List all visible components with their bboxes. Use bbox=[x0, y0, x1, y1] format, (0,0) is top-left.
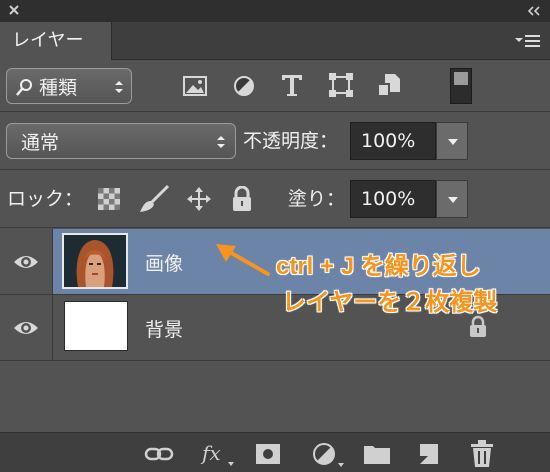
layer-thumbnail[interactable] bbox=[62, 233, 128, 289]
new-group-folder-icon[interactable] bbox=[364, 444, 390, 464]
panel-menu-icon[interactable] bbox=[514, 32, 542, 50]
chevron-updown-icon bbox=[113, 79, 125, 95]
blend-mode-dropdown[interactable]: 通常 bbox=[6, 123, 236, 159]
blend-mode-value: 通常 bbox=[21, 132, 60, 154]
fill-input[interactable]: 100% bbox=[350, 180, 436, 218]
chevron-down-icon bbox=[447, 196, 459, 204]
layer-name-image[interactable]: 画像 bbox=[145, 249, 183, 276]
visibility-eye-icon[interactable] bbox=[6, 229, 46, 295]
lock-position-move-icon[interactable] bbox=[186, 186, 212, 212]
layer-style-fx-icon[interactable]: fx bbox=[200, 440, 236, 468]
opacity-dropdown-button[interactable] bbox=[436, 122, 468, 160]
fill-dropdown-button[interactable] bbox=[436, 180, 468, 218]
smart-object-filter-icon[interactable] bbox=[376, 72, 402, 98]
type-filter-icon[interactable] bbox=[280, 72, 304, 98]
layer-divider bbox=[52, 295, 53, 360]
lock-label: ロック： bbox=[7, 188, 84, 210]
filter-toggle-icon[interactable] bbox=[450, 68, 472, 104]
lock-transparency-icon[interactable] bbox=[98, 188, 120, 210]
annotation-arrow bbox=[212, 240, 272, 280]
new-layer-icon[interactable] bbox=[418, 442, 440, 466]
lock-all-icon[interactable] bbox=[231, 186, 253, 212]
filter-kind-value: 種類 bbox=[39, 77, 78, 99]
chevron-updown-icon bbox=[215, 134, 227, 150]
search-icon bbox=[15, 78, 35, 98]
layer-divider bbox=[52, 229, 53, 294]
new-adjustment-layer-icon[interactable] bbox=[312, 442, 346, 468]
layer-name-background[interactable]: 背景 bbox=[145, 315, 183, 342]
lock-pixels-brush-icon[interactable] bbox=[138, 184, 170, 214]
annotation-line-1: ctrl + J を繰り返し bbox=[276, 253, 481, 280]
filter-kind-dropdown[interactable]: 種類 bbox=[6, 68, 132, 104]
fill-label: 塗り： bbox=[288, 188, 346, 210]
close-icon[interactable] bbox=[7, 3, 21, 17]
visibility-eye-icon[interactable] bbox=[6, 295, 46, 361]
svg-text:fx: fx bbox=[200, 441, 221, 465]
opacity-label: 不透明度： bbox=[243, 130, 339, 152]
opacity-input[interactable]: 100% bbox=[350, 122, 436, 160]
adjustment-filter-icon[interactable] bbox=[232, 74, 256, 98]
link-layers-icon[interactable] bbox=[144, 446, 174, 462]
collapse-icon[interactable] bbox=[526, 5, 542, 17]
panel-titlebar bbox=[0, 0, 550, 22]
delete-layer-trash-icon[interactable] bbox=[470, 440, 494, 468]
add-mask-icon[interactable] bbox=[256, 444, 280, 464]
annotation-line-2: レイヤーを２枚複製 bbox=[282, 289, 498, 316]
shape-filter-icon[interactable] bbox=[328, 72, 354, 98]
tab-layers[interactable]: レイヤー bbox=[0, 22, 112, 60]
layer-thumbnail-background[interactable] bbox=[64, 301, 128, 351]
chevron-down-icon bbox=[447, 138, 459, 146]
layer-lock-icon bbox=[468, 315, 488, 339]
image-filter-icon[interactable] bbox=[182, 74, 208, 98]
